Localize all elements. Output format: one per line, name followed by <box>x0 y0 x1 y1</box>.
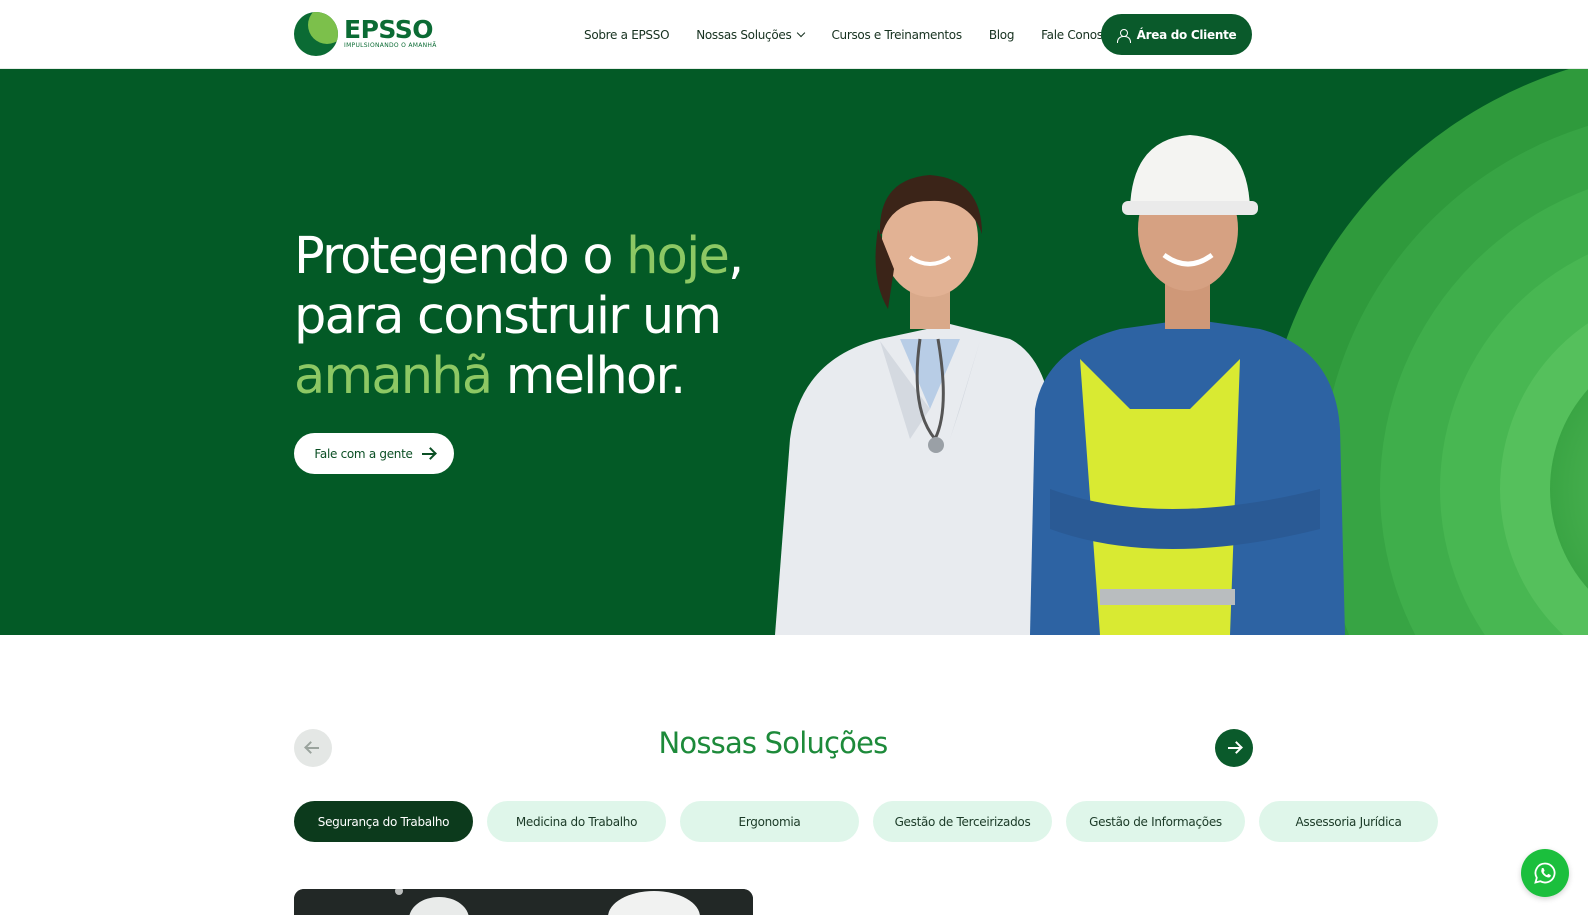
tab-gestao-de-terceirizados[interactable]: Gestão de Terceirizados <box>873 801 1052 842</box>
nav-cursos[interactable]: Cursos e Treinamentos <box>831 28 962 42</box>
arrow-right-icon <box>1228 747 1240 749</box>
client-area-label: Área do Cliente <box>1136 27 1237 42</box>
logo-mark-icon <box>294 12 338 56</box>
tab-assessoria-juridica[interactable]: Assessoria Jurídica <box>1259 801 1438 842</box>
tab-ergonomia[interactable]: Ergonomia <box>680 801 859 842</box>
site-header: EPSSO IMPULSIONANDO O AMANHÃ Sobre a EPS… <box>0 0 1588 69</box>
nav-sobre[interactable]: Sobre a EPSSO <box>584 28 670 42</box>
worker-figure <box>1030 135 1345 635</box>
hero-section: Protegendo o hoje, para construir um ama… <box>0 69 1588 635</box>
hero-people-image <box>775 135 1345 635</box>
tab-medicina-do-trabalho[interactable]: Medicina do Trabalho <box>487 801 666 842</box>
user-icon <box>1116 28 1131 43</box>
chevron-down-icon <box>797 28 806 37</box>
helmet-image <box>294 889 753 915</box>
logo-tagline: IMPULSIONANDO O AMANHÃ <box>344 42 437 49</box>
contact-cta-button[interactable]: Fale com a gente <box>294 433 454 474</box>
solutions-tabs: Segurança do Trabalho Medicina do Trabal… <box>294 801 1452 842</box>
logo-name: EPSSO <box>344 15 434 44</box>
whatsapp-button[interactable] <box>1521 849 1569 897</box>
solutions-title: Nossas Soluções <box>658 726 889 760</box>
tab-gestao-de-informacoes[interactable]: Gestão de Informações <box>1066 801 1245 842</box>
epsso-logo[interactable]: EPSSO IMPULSIONANDO O AMANHÃ <box>294 12 437 56</box>
tab-seguranca-do-trabalho[interactable]: Segurança do Trabalho <box>294 801 473 842</box>
doctor-figure <box>775 175 1060 635</box>
hero-title: Protegendo o hoje, para construir um ama… <box>294 227 744 406</box>
nav-solucoes[interactable]: Nossas Soluções <box>696 28 806 42</box>
client-area-button[interactable]: Área do Cliente <box>1101 14 1252 55</box>
solution-card-image <box>294 889 753 915</box>
solutions-next-button[interactable] <box>1215 729 1253 767</box>
cta-label: Fale com a gente <box>314 446 413 461</box>
main-nav: Sobre a EPSSO Nossas Soluções Cursos e T… <box>584 0 1143 69</box>
nav-blog[interactable]: Blog <box>989 28 1015 42</box>
arrow-right-icon <box>421 452 434 455</box>
whatsapp-icon <box>1534 862 1556 884</box>
